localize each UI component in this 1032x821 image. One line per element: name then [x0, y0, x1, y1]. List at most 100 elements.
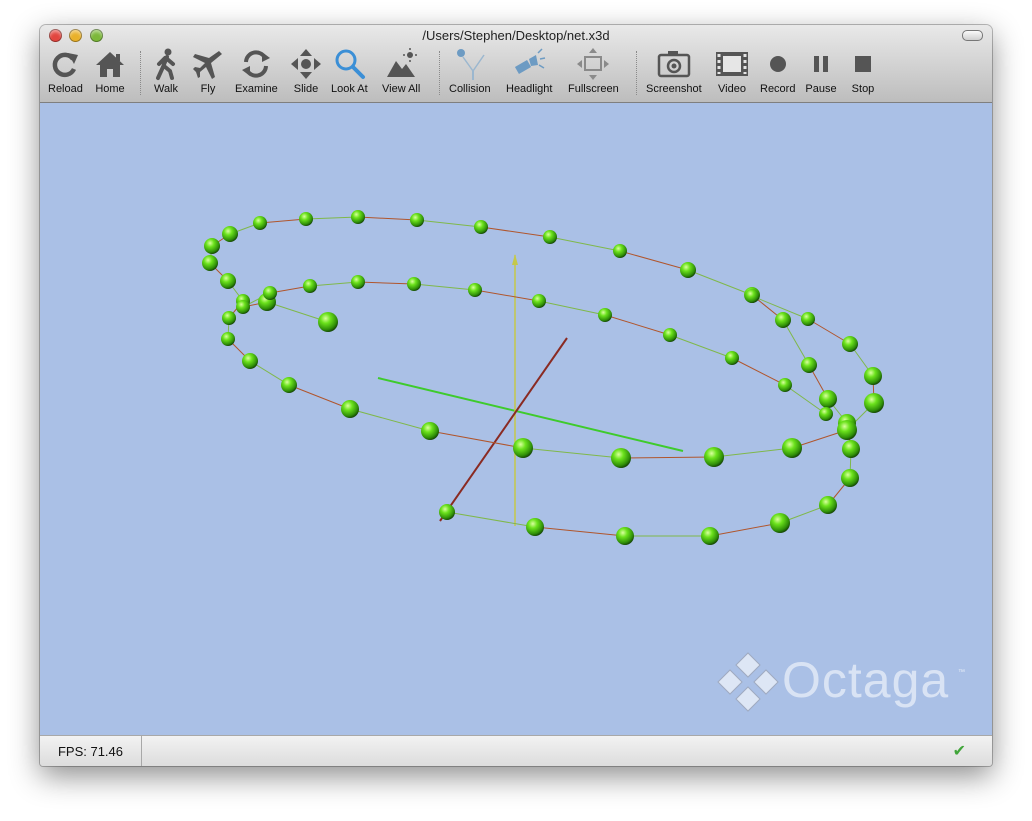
collision-button[interactable]: Collision: [449, 47, 491, 99]
network-node[interactable]: [303, 279, 317, 293]
octaga-logo-text: Octaga: [782, 652, 950, 708]
network-node[interactable]: [299, 212, 313, 226]
network-edge: [305, 216, 359, 220]
network-node[interactable]: [532, 294, 546, 308]
network-edge: [416, 219, 482, 228]
network-node[interactable]: [701, 527, 719, 545]
network-node[interactable]: [202, 255, 218, 271]
pause-icon: [814, 56, 828, 72]
network-node[interactable]: [613, 244, 627, 258]
screenshot-button[interactable]: Screenshot: [646, 47, 702, 99]
network-node[interactable]: [351, 210, 365, 224]
network-node[interactable]: [410, 213, 424, 227]
network-node[interactable]: [526, 518, 544, 536]
network-node[interactable]: [242, 353, 258, 369]
network-node[interactable]: [474, 220, 488, 234]
pause-button[interactable]: Pause: [804, 47, 838, 99]
network-edge: [288, 384, 351, 410]
network-edge: [687, 269, 753, 296]
video-button[interactable]: Video: [715, 47, 749, 99]
fly-button[interactable]: Fly: [191, 47, 225, 99]
headlight-button[interactable]: Headlight: [506, 47, 552, 99]
network-node[interactable]: [801, 312, 815, 326]
network-node[interactable]: [263, 286, 277, 300]
slide-button[interactable]: Slide: [289, 47, 323, 99]
network-node[interactable]: [281, 377, 297, 393]
network-node[interactable]: [680, 262, 696, 278]
network-node[interactable]: [778, 378, 792, 392]
network-node[interactable]: [407, 277, 421, 291]
network-node[interactable]: [819, 496, 837, 514]
network-node[interactable]: [318, 312, 338, 332]
network-node[interactable]: [770, 513, 790, 533]
home-icon: [96, 52, 124, 77]
network-node[interactable]: [663, 328, 677, 342]
network-edge: [349, 408, 431, 432]
octaga-logo-tm: ™: [958, 669, 965, 676]
toolbar-toggle-button[interactable]: [962, 30, 983, 41]
reload-button[interactable]: Reload: [48, 47, 83, 99]
network-edge: [474, 289, 540, 302]
network-nodes: [202, 210, 884, 545]
app-window: /Users/Stephen/Desktop/net.x3d Reload Ho…: [40, 25, 992, 766]
toolbar-separator: [636, 51, 637, 95]
fullscreen-button[interactable]: Fullscreen: [568, 47, 619, 99]
network-node[interactable]: [864, 367, 882, 385]
network-node[interactable]: [220, 273, 236, 289]
network-node[interactable]: [439, 504, 455, 520]
network-node[interactable]: [468, 283, 482, 297]
rotate-icon: [242, 50, 271, 78]
network-edge: [357, 281, 415, 285]
network-node[interactable]: [616, 527, 634, 545]
network-node[interactable]: [745, 289, 759, 303]
network-node[interactable]: [351, 275, 365, 289]
network-node[interactable]: [513, 438, 533, 458]
network-node[interactable]: [725, 351, 739, 365]
record-button[interactable]: Record: [760, 47, 795, 99]
toolbar-separator: [439, 51, 440, 95]
network-node[interactable]: [341, 400, 359, 418]
network-edge: [309, 281, 359, 287]
network-edge: [534, 526, 626, 537]
network-node[interactable]: [842, 336, 858, 352]
network-node[interactable]: [842, 440, 860, 458]
home-button[interactable]: Home: [93, 47, 127, 99]
network-node[interactable]: [204, 238, 220, 254]
network-node[interactable]: [421, 422, 439, 440]
network-edge: [620, 456, 715, 459]
collision-icon: [456, 49, 485, 80]
network-node[interactable]: [837, 420, 857, 440]
network-edges: [209, 216, 875, 537]
network-node[interactable]: [782, 438, 802, 458]
network-node[interactable]: [819, 390, 837, 408]
network-node[interactable]: [864, 393, 884, 413]
examine-button[interactable]: Examine: [235, 47, 278, 99]
network-node[interactable]: [841, 469, 859, 487]
3d-viewport[interactable]: Octaga ™: [40, 103, 992, 735]
network-edge: [731, 357, 786, 386]
network-node[interactable]: [221, 332, 235, 346]
window-title: /Users/Stephen/Desktop/net.x3d: [422, 28, 610, 43]
network-node[interactable]: [704, 447, 724, 467]
network-node[interactable]: [222, 311, 236, 325]
network-node[interactable]: [222, 226, 238, 242]
network-edge: [549, 236, 621, 252]
network-edge: [604, 314, 671, 336]
network-node[interactable]: [236, 300, 250, 314]
network-node[interactable]: [611, 448, 631, 468]
look-at-button[interactable]: Look At: [331, 47, 368, 99]
walk-icon: [156, 48, 175, 80]
stop-button[interactable]: Stop: [846, 47, 880, 99]
network-edge: [480, 226, 551, 238]
network-node[interactable]: [819, 407, 833, 421]
magnifier-icon: [335, 49, 366, 79]
camera-icon: [657, 51, 691, 78]
network-node[interactable]: [598, 308, 612, 322]
axis-y-arrow: [512, 254, 518, 265]
network-node[interactable]: [801, 357, 817, 373]
walk-button[interactable]: Walk: [149, 47, 183, 99]
network-node[interactable]: [775, 312, 791, 328]
network-node[interactable]: [543, 230, 557, 244]
view-all-button[interactable]: View All: [382, 47, 420, 99]
network-node[interactable]: [253, 216, 267, 230]
